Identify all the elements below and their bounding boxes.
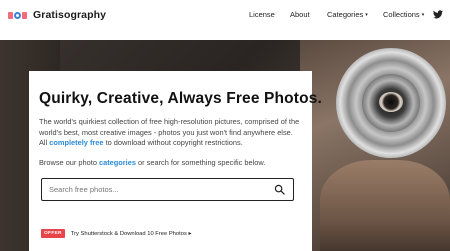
- promo-text: Try Shutterstock & Download 10 Free Phot…: [70, 230, 192, 237]
- chevron-down-icon: ▾: [421, 12, 425, 18]
- nav-license-link[interactable]: License: [249, 10, 275, 19]
- search-icon[interactable]: [274, 184, 285, 195]
- nav-categories-dropdown[interactable]: Categories ▾: [327, 10, 368, 19]
- hero-photo-face: [320, 160, 450, 251]
- nav-about-link[interactable]: About: [290, 10, 310, 19]
- hero-description-text-end: to download without copyright restrictio…: [103, 138, 243, 147]
- browse-text: Browse our photo categories or search fo…: [39, 158, 302, 167]
- chevron-down-icon: ▾: [365, 12, 368, 18]
- browse-text-start: Browse our photo: [39, 157, 99, 167]
- nav-collections-label: Collections: [383, 10, 420, 19]
- hero-photo: [300, 40, 450, 251]
- hero-card: Quirky, Creative, Always Free Photos. Th…: [29, 71, 322, 251]
- search-input[interactable]: [49, 183, 249, 196]
- nav-collections-dropdown[interactable]: Collections ▾: [383, 10, 424, 19]
- logo-text: Gratisography: [33, 9, 107, 21]
- shutterstock-promo[interactable]: OFFER Try Shutterstock & Download 10 Fre…: [41, 229, 191, 238]
- hero-title: Quirky, Creative, Always Free Photos.: [39, 90, 322, 107]
- browse-text-end: or search for something specific below.: [135, 157, 266, 167]
- hero-description: The world's quirkiest collection of free…: [39, 117, 302, 149]
- twitter-icon[interactable]: [433, 10, 443, 19]
- site-header: Gratisography License About Categories ▾ …: [0, 0, 450, 40]
- hero-photo-eye: [379, 92, 403, 112]
- offer-badge: OFFER: [41, 229, 65, 238]
- nav-categories-label: Categories: [327, 10, 364, 19]
- site-logo[interactable]: Gratisography: [8, 9, 106, 21]
- categories-link[interactable]: categories: [99, 158, 136, 167]
- logo-mark-icon: [8, 11, 27, 19]
- completely-free-link[interactable]: completely free: [49, 138, 103, 147]
- search-box: [41, 178, 294, 201]
